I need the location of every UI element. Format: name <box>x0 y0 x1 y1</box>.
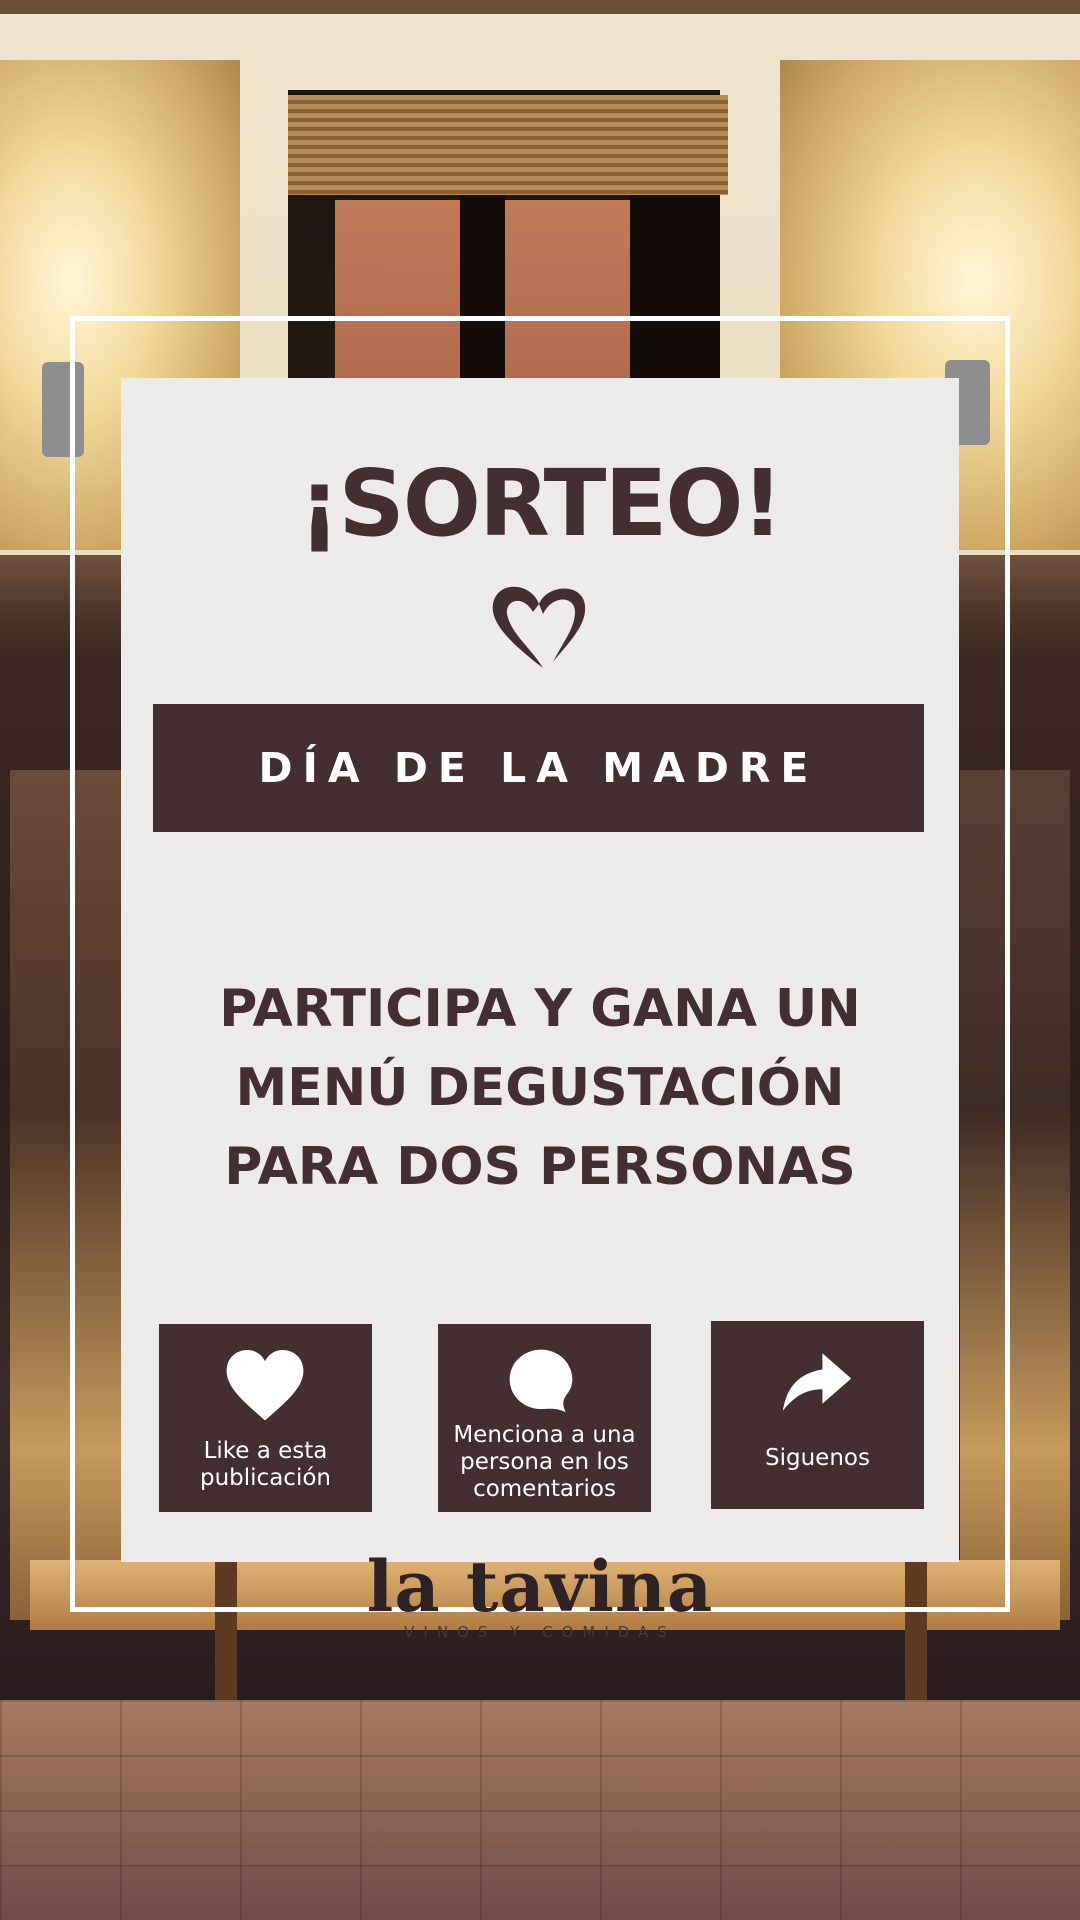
follow-step-label: Siguenos <box>765 1445 870 1471</box>
event-banner-label: DÍA DE LA MADRE <box>258 744 819 792</box>
mention-step-label: Menciona a una persona en los comentario… <box>453 1422 636 1502</box>
speech-bubble-icon <box>509 1349 573 1413</box>
mention-step-tile: Menciona a una persona en los comentario… <box>438 1324 651 1512</box>
share-arrow-icon <box>782 1353 852 1411</box>
brand-logo: la tavina VINOS Y COMIDAS <box>340 1552 740 1642</box>
prize-headline: PARTICIPA Y GANA UN MENÚ DEGUSTACIÓN PAR… <box>121 970 959 1207</box>
like-step-label: Like a esta publicación <box>200 1438 331 1491</box>
headline-line: PARA DOS PERSONAS <box>224 1137 856 1197</box>
like-step-tile: Like a esta publicación <box>159 1324 372 1512</box>
giveaway-card: ¡SORTEO! DÍA DE LA MADRE PARTICIPA Y GAN… <box>121 378 959 1562</box>
follow-step-tile: Siguenos <box>711 1321 924 1509</box>
headline-line: MENÚ DEGUSTACIÓN <box>235 1058 845 1118</box>
heart-icon <box>226 1350 304 1421</box>
event-banner: DÍA DE LA MADRE <box>153 704 924 832</box>
page-title: ¡SORTEO! <box>298 450 784 557</box>
headline-line: PARTICIPA Y GANA UN <box>219 979 861 1039</box>
brand-name: la tavina <box>366 1545 714 1628</box>
heart-outline-icon <box>492 586 586 668</box>
